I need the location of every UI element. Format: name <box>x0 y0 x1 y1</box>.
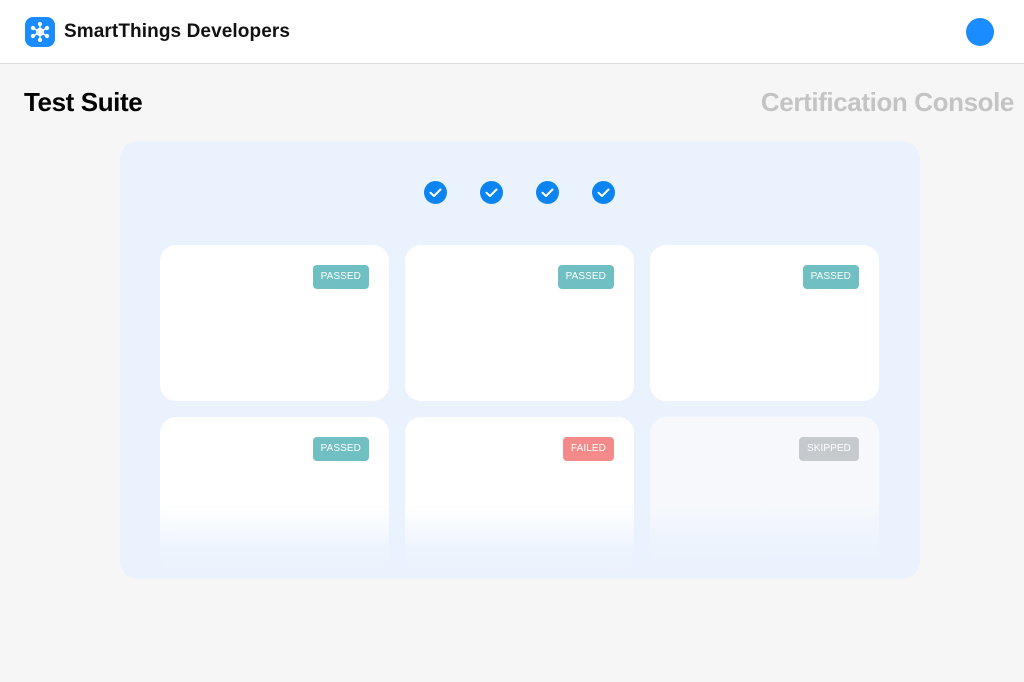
status-badge-passed: PASSED <box>557 265 614 289</box>
console-title: Certification Console <box>760 87 1014 117</box>
top-navigation-bar: SmartThings Developers <box>0 0 1024 64</box>
user-avatar[interactable] <box>966 18 994 46</box>
status-badge-passed: PASSED <box>312 265 369 289</box>
step-3-complete[interactable] <box>536 181 559 204</box>
test-case-card[interactable]: PASSED <box>405 245 634 401</box>
step-2-complete[interactable] <box>480 181 503 204</box>
status-badge-passed: PASSED <box>312 437 369 461</box>
step-1-complete[interactable] <box>424 181 447 204</box>
test-case-card[interactable]: PASSED <box>160 417 389 573</box>
test-suite-panel: PASSED PASSED PASSED PASSED FAILED SKIPP… <box>120 141 920 579</box>
status-badge-failed: FAILED <box>562 437 614 461</box>
page-title: Test Suite <box>24 87 143 117</box>
smartthings-logo-icon[interactable] <box>25 17 55 47</box>
test-case-card[interactable]: PASSED <box>160 245 389 401</box>
check-icon <box>429 188 442 197</box>
test-case-card[interactable]: PASSED <box>650 245 879 401</box>
test-case-card[interactable]: FAILED <box>405 417 634 573</box>
status-badge-skipped: SKIPPED <box>798 437 859 461</box>
step-4-complete[interactable] <box>592 181 615 204</box>
check-icon <box>485 188 498 197</box>
status-badge-passed: PASSED <box>802 265 859 289</box>
brand-name[interactable]: SmartThings Developers <box>64 20 290 44</box>
check-icon <box>541 188 554 197</box>
progress-stepper <box>120 181 920 205</box>
test-case-card[interactable]: SKIPPED <box>650 417 879 573</box>
check-icon <box>597 188 610 197</box>
